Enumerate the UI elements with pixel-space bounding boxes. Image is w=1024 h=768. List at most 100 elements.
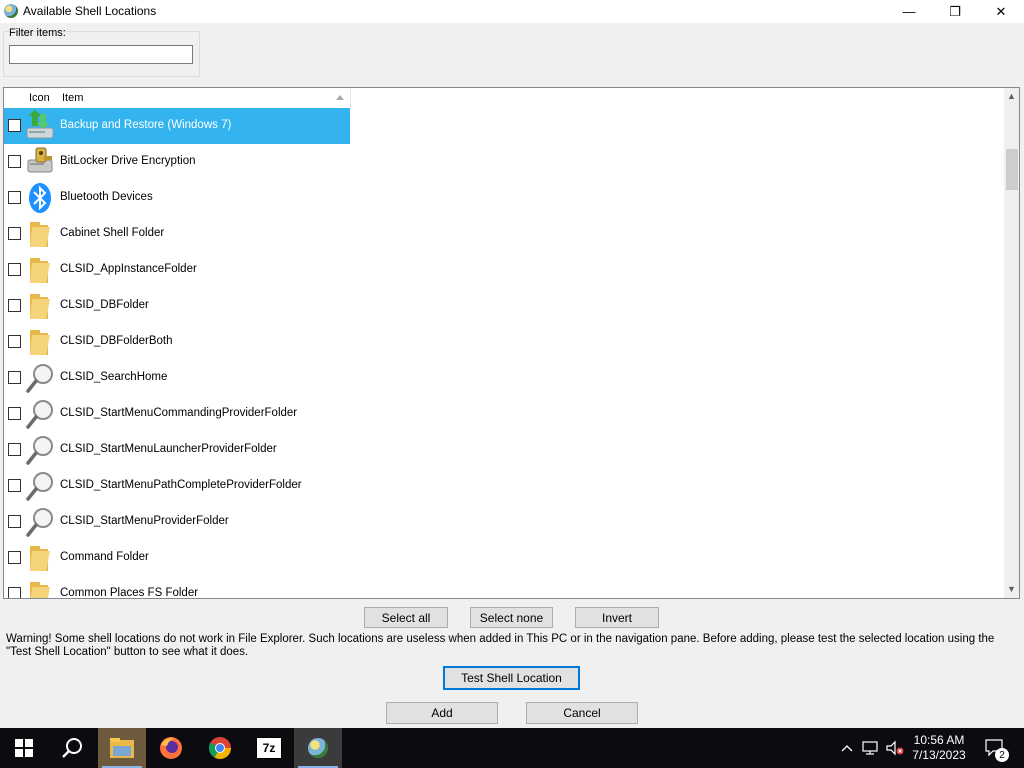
network-icon — [862, 741, 878, 755]
folder-icon — [24, 290, 56, 322]
taskbar: 7z 10:56 AM 7/13/2023 2 — [0, 728, 1024, 768]
firefox-icon — [160, 737, 182, 759]
sort-ascending-icon — [336, 95, 344, 100]
list-item[interactable]: Common Places FS Folder — [4, 576, 1001, 598]
taskbar-winaero-tweaker[interactable] — [294, 728, 342, 768]
filter-label: Filter items: — [9, 27, 66, 39]
list-item[interactable]: Bluetooth Devices — [4, 180, 1001, 216]
folder-icon — [24, 326, 56, 358]
list-item-label: Backup and Restore (Windows 7) — [60, 119, 232, 131]
item-checkbox[interactable] — [8, 119, 21, 132]
window-title: Available Shell Locations — [23, 4, 157, 18]
folder-icon — [24, 578, 56, 598]
list-item[interactable]: CLSID_DBFolder — [4, 288, 1001, 324]
windows-logo-icon — [15, 739, 33, 757]
list-item-label: CLSID_StartMenuProviderFolder — [60, 515, 229, 527]
list-item-label: CLSID_StartMenuLauncherProviderFolder — [60, 443, 277, 455]
select-none-button[interactable]: Select none — [470, 607, 553, 628]
list-header: Icon Item — [4, 88, 351, 108]
item-checkbox[interactable] — [8, 371, 21, 384]
list-item-label: Bluetooth Devices — [60, 191, 153, 203]
item-checkbox[interactable] — [8, 587, 21, 598]
taskbar-file-explorer[interactable] — [98, 728, 146, 768]
list-item[interactable]: Cabinet Shell Folder — [4, 216, 1001, 252]
taskbar-chrome[interactable] — [196, 728, 244, 768]
list-item-label: CLSID_SearchHome — [60, 371, 168, 383]
item-checkbox[interactable] — [8, 335, 21, 348]
search-icon — [62, 738, 82, 758]
taskbar-firefox[interactable] — [147, 728, 195, 768]
item-checkbox[interactable] — [8, 191, 21, 204]
winaero-tweaker-icon — [308, 738, 328, 758]
list-item-label: CLSID_DBFolder — [60, 299, 149, 311]
list-item-label: CLSID_StartMenuCommandingProviderFolder — [60, 407, 298, 419]
search-icon — [24, 398, 56, 430]
item-checkbox[interactable] — [8, 227, 21, 240]
clock-time: 10:56 AM — [913, 733, 965, 747]
scroll-down-icon[interactable]: ▼ — [1007, 584, 1016, 594]
list-item[interactable]: Command Folder — [4, 540, 1001, 576]
shell-locations-list[interactable]: Icon Item Backup and Restore (Windows 7)… — [3, 87, 1020, 599]
item-checkbox[interactable] — [8, 551, 21, 564]
list-item[interactable]: CLSID_StartMenuCommandingProviderFolder — [4, 396, 1001, 432]
taskbar-search-button[interactable] — [48, 728, 96, 768]
folder-icon — [24, 254, 56, 286]
start-button[interactable] — [0, 728, 48, 768]
bitlocker-icon — [24, 146, 56, 178]
search-icon — [24, 434, 56, 466]
item-checkbox[interactable] — [8, 263, 21, 276]
select-all-button[interactable]: Select all — [364, 607, 448, 628]
clock-date: 7/13/2023 — [912, 748, 966, 762]
folder-icon — [24, 218, 56, 250]
invert-button[interactable]: Invert — [575, 607, 659, 628]
search-icon — [24, 470, 56, 502]
list-item[interactable]: Backup and Restore (Windows 7) — [4, 108, 1001, 144]
close-button[interactable]: ✕ — [978, 0, 1024, 23]
item-checkbox[interactable] — [8, 515, 21, 528]
app-icon — [4, 4, 18, 18]
list-rows: Backup and Restore (Windows 7) BitLocker … — [4, 108, 1001, 598]
list-item-label: Cabinet Shell Folder — [60, 227, 165, 239]
item-checkbox[interactable] — [8, 443, 21, 456]
item-checkbox[interactable] — [8, 299, 21, 312]
search-icon — [24, 506, 56, 538]
chrome-icon — [209, 737, 231, 759]
list-item-label: BitLocker Drive Encryption — [60, 155, 196, 167]
taskbar-clock[interactable]: 10:56 AM 7/13/2023 — [905, 733, 973, 763]
backup-restore-icon — [24, 110, 56, 142]
list-item-label: Command Folder — [60, 551, 149, 563]
list-item[interactable]: CLSID_AppInstanceFolder — [4, 252, 1001, 288]
list-item[interactable]: BitLocker Drive Encryption — [4, 144, 1001, 180]
show-hidden-icons-button[interactable] — [838, 728, 856, 768]
list-item[interactable]: CLSID_StartMenuProviderFolder — [4, 504, 1001, 540]
column-header-icon[interactable]: Icon — [29, 92, 50, 104]
network-button[interactable] — [860, 728, 882, 768]
maximize-button[interactable]: ❐ — [932, 0, 978, 23]
item-checkbox[interactable] — [8, 407, 21, 420]
action-center-button[interactable]: 2 — [980, 728, 1010, 768]
taskbar-7zip[interactable]: 7z — [245, 728, 293, 768]
list-item[interactable]: CLSID_StartMenuLauncherProviderFolder — [4, 432, 1001, 468]
minimize-button[interactable]: — — [886, 0, 932, 23]
list-item[interactable]: CLSID_DBFolderBoth — [4, 324, 1001, 360]
chevron-up-icon — [841, 745, 853, 752]
filter-input[interactable] — [9, 45, 193, 64]
scroll-up-icon[interactable]: ▲ — [1007, 91, 1016, 101]
bluetooth-icon — [24, 182, 56, 214]
column-header-item[interactable]: Item — [62, 92, 83, 104]
file-explorer-icon — [110, 738, 134, 758]
cancel-button[interactable]: Cancel — [526, 702, 638, 724]
notification-count-badge: 2 — [995, 748, 1009, 762]
list-item[interactable]: CLSID_SearchHome — [4, 360, 1001, 396]
item-checkbox[interactable] — [8, 155, 21, 168]
vertical-scrollbar[interactable]: ▲ ▼ — [1004, 88, 1019, 598]
add-button[interactable]: Add — [386, 702, 498, 724]
test-shell-location-button[interactable]: Test Shell Location — [443, 666, 580, 690]
list-item-label: CLSID_AppInstanceFolder — [60, 263, 197, 275]
list-item[interactable]: CLSID_StartMenuPathCompleteProviderFolde… — [4, 468, 1001, 504]
scrollbar-thumb[interactable] — [1006, 149, 1018, 190]
volume-button[interactable] — [884, 728, 906, 768]
item-checkbox[interactable] — [8, 479, 21, 492]
folder-icon — [24, 542, 56, 574]
search-icon — [24, 362, 56, 394]
